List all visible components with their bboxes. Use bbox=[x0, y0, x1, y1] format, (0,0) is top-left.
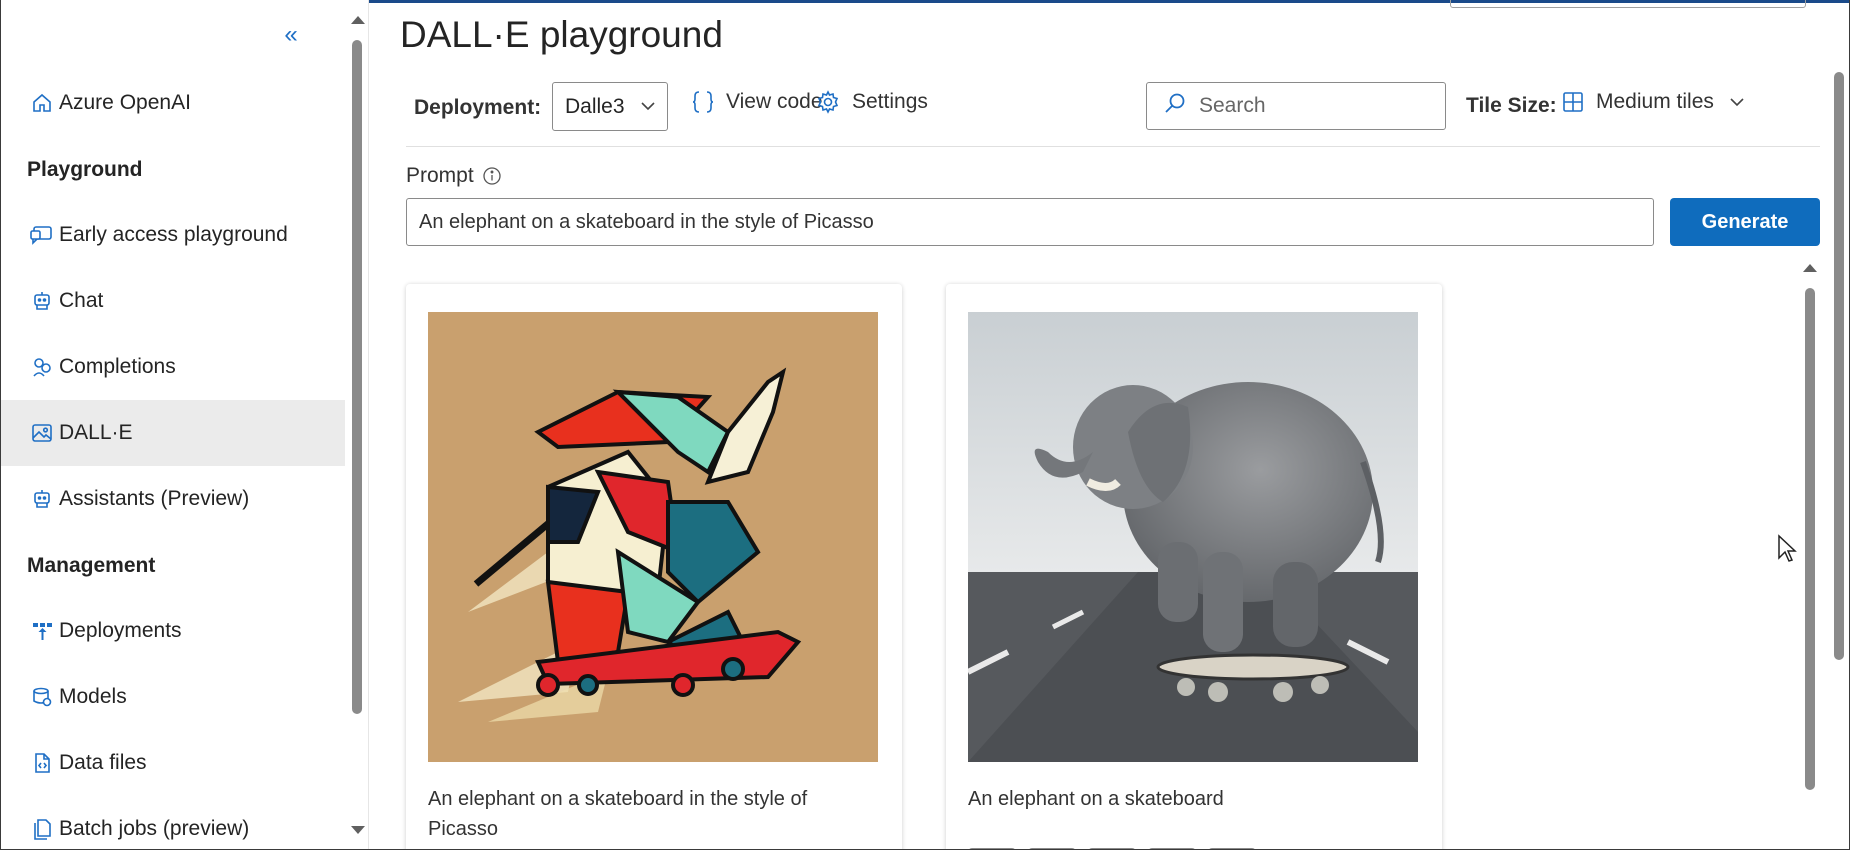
chevron-down-icon bbox=[1728, 93, 1746, 111]
collapse-sidebar-icon[interactable]: « bbox=[279, 23, 303, 48]
sidebar-item-label: DALL·E bbox=[59, 421, 133, 444]
scroll-up-arrow-icon[interactable] bbox=[351, 16, 365, 24]
page-title: DALL·E playground bbox=[400, 14, 723, 55]
deployment-select[interactable]: Dalle3 bbox=[552, 82, 668, 131]
image-card[interactable]: An elephant on a skateboard bbox=[946, 284, 1442, 849]
settings-button[interactable]: Settings bbox=[816, 90, 928, 114]
search-input[interactable] bbox=[1199, 94, 1419, 118]
gear-icon bbox=[816, 90, 840, 114]
image-icon bbox=[27, 418, 57, 448]
deployment-label: Deployment: bbox=[414, 96, 542, 119]
toolbar-divider bbox=[406, 146, 1820, 147]
sidebar-item-chat[interactable]: Chat bbox=[1, 268, 345, 334]
sidebar-item-batch-jobs[interactable]: Batch jobs (preview) bbox=[1, 796, 345, 849]
scroll-down-arrow-icon[interactable] bbox=[351, 826, 365, 834]
file-code-icon bbox=[27, 748, 57, 778]
search-icon bbox=[1163, 92, 1187, 121]
sidebar-item-label: Assistants (Preview) bbox=[59, 487, 250, 510]
chat-preview-icon bbox=[27, 220, 57, 250]
sidebar-item-label: Batch jobs (preview) bbox=[59, 817, 250, 840]
sidebar-item-label: Models bbox=[59, 685, 127, 708]
sidebar-item-dalle[interactable]: DALL·E bbox=[1, 400, 345, 466]
tile-size-label: Tile Size: bbox=[1466, 94, 1557, 117]
sidebar-header-playground: Playground bbox=[27, 158, 143, 181]
tile-size-value: Medium tiles bbox=[1596, 90, 1714, 113]
view-code-label: View code bbox=[726, 90, 823, 113]
sidebar-scrollbar[interactable] bbox=[349, 14, 365, 836]
scrollbar-thumb[interactable] bbox=[1805, 288, 1815, 790]
sidebar-item-data-files[interactable]: Data files bbox=[1, 730, 345, 796]
search-field[interactable] bbox=[1146, 82, 1446, 130]
sidebar-item-assistants[interactable]: Assistants (Preview) bbox=[1, 466, 345, 532]
sidebar-header-management: Management bbox=[27, 554, 156, 577]
sidebar-item-early-access-playground[interactable]: Early access playground bbox=[1, 202, 345, 268]
image-gallery: An elephant on a skateboard in the style… bbox=[400, 262, 1840, 849]
deployments-icon bbox=[27, 616, 57, 646]
sidebar-item-label: Azure OpenAI bbox=[59, 91, 191, 114]
settings-label: Settings bbox=[852, 90, 928, 113]
info-icon[interactable] bbox=[482, 166, 502, 186]
scrollbar-thumb[interactable] bbox=[352, 40, 362, 714]
generated-image-realistic[interactable] bbox=[968, 312, 1418, 762]
bot-icon bbox=[27, 286, 57, 316]
mouse-cursor-icon bbox=[1777, 534, 1797, 569]
sidebar-item-label: Completions bbox=[59, 355, 176, 378]
prompt-label: Prompt bbox=[406, 164, 502, 188]
sidebar-item-label: Chat bbox=[59, 289, 104, 312]
sidebar-item-label: Early access playground bbox=[59, 223, 288, 246]
sidebar-item-completions[interactable]: Completions bbox=[1, 334, 345, 400]
generate-button[interactable]: Generate bbox=[1670, 198, 1820, 246]
prompt-input[interactable] bbox=[406, 198, 1654, 246]
scrollbar-thumb[interactable] bbox=[1834, 72, 1844, 660]
view-code-button[interactable]: View code bbox=[692, 90, 823, 114]
sidebar: « Azure OpenAI Playground Early access p… bbox=[1, 0, 369, 849]
chevron-down-icon bbox=[639, 97, 657, 121]
image-caption: An elephant on a skateboard bbox=[968, 788, 1224, 810]
home-icon bbox=[27, 88, 57, 118]
generated-image-picasso[interactable] bbox=[428, 312, 878, 762]
gallery-scrollbar[interactable] bbox=[1800, 264, 1820, 794]
top-input-field[interactable] bbox=[1450, 0, 1806, 8]
bot-icon bbox=[27, 484, 57, 514]
sidebar-item-models[interactable]: Models bbox=[1, 664, 345, 730]
grid-icon bbox=[1562, 91, 1584, 113]
image-caption: An elephant on a skateboard in the style… bbox=[428, 788, 808, 840]
sidebar-item-label: Deployments bbox=[59, 619, 182, 642]
sidebar-item-deployments[interactable]: Deployments bbox=[1, 598, 345, 664]
sidebar-item-label: Data files bbox=[59, 751, 147, 774]
sidebar-item-azure-openai[interactable]: Azure OpenAI bbox=[1, 70, 345, 136]
image-card[interactable]: An elephant on a skateboard in the style… bbox=[406, 284, 902, 849]
scroll-up-arrow-icon[interactable] bbox=[1803, 264, 1817, 272]
app-frame: « Azure OpenAI Playground Early access p… bbox=[0, 0, 1850, 850]
prompt-label-text: Prompt bbox=[406, 164, 474, 187]
code-braces-icon bbox=[692, 90, 714, 114]
tile-size-select[interactable]: Medium tiles bbox=[1562, 90, 1746, 114]
completions-icon bbox=[27, 352, 57, 382]
page-scrollbar[interactable] bbox=[1832, 72, 1846, 660]
main-content: DALL·E playground Deployment: Dalle3 Vie… bbox=[370, 0, 1849, 849]
models-icon bbox=[27, 682, 57, 712]
toolbar: Deployment: Dalle3 View code Settings Se… bbox=[414, 82, 1836, 132]
batch-icon bbox=[27, 814, 57, 844]
deployment-value: Dalle3 bbox=[565, 94, 625, 118]
